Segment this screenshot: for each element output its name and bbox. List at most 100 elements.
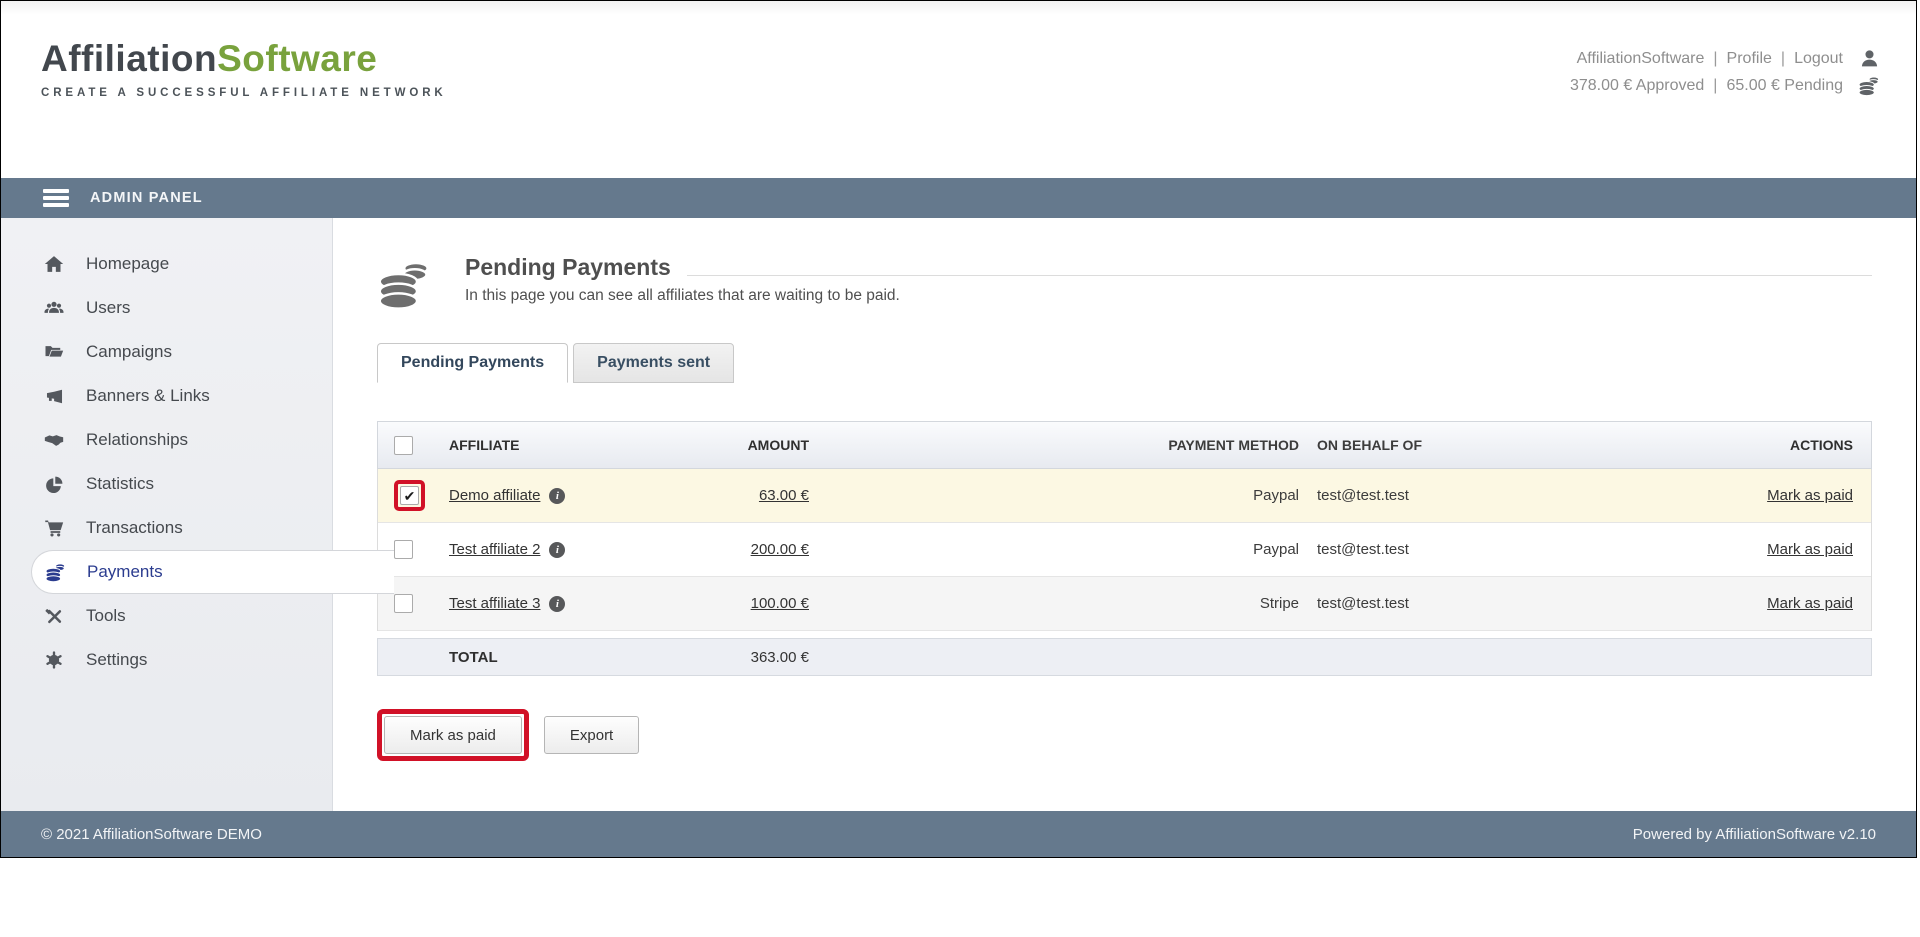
pie-chart-icon: [43, 474, 65, 494]
sidebar-item-banners-links[interactable]: Banners & Links: [1, 374, 332, 418]
annotation-button-highlight: Mark as paid: [377, 709, 529, 761]
sidebar-item-payments[interactable]: Payments: [31, 550, 394, 594]
annotation-checkbox-highlight: ✔: [394, 480, 425, 511]
payment-method-cell: Paypal: [809, 541, 1299, 558]
tab-pending-payments[interactable]: Pending Payments: [377, 343, 568, 383]
logout-link[interactable]: Logout: [1794, 50, 1843, 68]
sidebar-item-statistics[interactable]: Statistics: [1, 462, 332, 506]
sidebar-item-label: Settings: [86, 650, 147, 670]
amount-link[interactable]: 63.00 €: [759, 487, 809, 504]
actions-bar: Mark as paid Export: [377, 709, 1872, 761]
menu-toggle-icon[interactable]: [43, 189, 69, 207]
sidebar-item-label: Tools: [86, 606, 126, 626]
footer-bar: © 2021 AffiliationSoftware DEMO Powered …: [1, 811, 1916, 857]
account-menu: AffiliationSoftware | Profile | Logout 3…: [1570, 45, 1881, 99]
logo-part-2: Software: [217, 38, 377, 79]
balances-row: 378.00 € Approved | 65.00 € Pending: [1570, 72, 1881, 99]
coins-icon: [1857, 75, 1881, 97]
footer-powered-by: Powered by AffiliationSoftware v2.10: [1633, 826, 1876, 843]
payment-method-cell: Stripe: [809, 595, 1299, 612]
admin-panel-title: ADMIN PANEL: [90, 190, 203, 206]
on-behalf-of-cell: test@test.test: [1299, 541, 1719, 558]
handshake-icon: [43, 430, 65, 450]
sidebar-item-tools[interactable]: Tools: [1, 594, 332, 638]
on-behalf-of-cell: test@test.test: [1299, 595, 1719, 612]
export-button[interactable]: Export: [544, 716, 639, 754]
person-icon[interactable]: [1857, 48, 1881, 69]
footer-copyright: © 2021 AffiliationSoftware DEMO: [41, 826, 262, 843]
sidebar-item-transactions[interactable]: Transactions: [1, 506, 332, 550]
column-header-actions: ACTIONS: [1719, 437, 1871, 453]
gear-icon: [43, 650, 65, 670]
row-checkbox-checked[interactable]: ✔: [400, 486, 419, 505]
total-amount: 363.00 €: [649, 649, 809, 666]
affiliate-link[interactable]: Test affiliate 3: [449, 595, 540, 612]
sidebar-item-label: Relationships: [86, 430, 188, 450]
sidebar-item-label: Homepage: [86, 254, 169, 274]
table-row: Test affiliate 3 i 100.00 € Stripe test@…: [378, 577, 1871, 631]
affiliate-link[interactable]: Test affiliate 2: [449, 541, 540, 558]
total-label: TOTAL: [434, 649, 649, 666]
sidebar-item-users[interactable]: Users: [1, 286, 332, 330]
page-subtitle: In this page you can see all affiliates …: [465, 287, 1872, 305]
sidebar-item-label: Campaigns: [86, 342, 172, 362]
info-icon[interactable]: i: [549, 542, 565, 558]
column-header-on-behalf-of: ON BEHALF OF: [1299, 437, 1719, 453]
sidebar-item-settings[interactable]: Settings: [1, 638, 332, 682]
sidebar-item-label: Users: [86, 298, 130, 318]
separator: |: [1781, 50, 1785, 68]
page-title: Pending Payments: [465, 254, 671, 281]
account-links-row: AffiliationSoftware | Profile | Logout: [1570, 45, 1881, 72]
sidebar-item-relationships[interactable]: Relationships: [1, 418, 332, 462]
tools-icon: [43, 606, 65, 626]
approved-balance: 378.00 € Approved: [1570, 77, 1704, 95]
row-checkbox[interactable]: [394, 540, 413, 559]
megaphone-icon: [43, 386, 65, 406]
column-header-amount: AMOUNT: [649, 437, 809, 453]
sidebar-item-label: Banners & Links: [86, 386, 210, 406]
sidebar-item-homepage[interactable]: Homepage: [1, 242, 332, 286]
separator: |: [1713, 77, 1717, 95]
profile-link[interactable]: Profile: [1727, 50, 1772, 68]
top-header: AffiliationSoftware CREATE A SUCCESSFUL …: [1, 1, 1916, 178]
content-area: Pending Payments In this page you can se…: [333, 218, 1916, 811]
account-name-link[interactable]: AffiliationSoftware: [1577, 50, 1705, 68]
logo-tagline: CREATE A SUCCESSFUL AFFILIATE NETWORK: [41, 87, 447, 99]
mark-as-paid-button[interactable]: Mark as paid: [384, 716, 522, 754]
cart-icon: [43, 518, 65, 538]
mark-as-paid-link[interactable]: Mark as paid: [1767, 541, 1853, 558]
amount-link[interactable]: 100.00 €: [751, 595, 809, 612]
sidebar-item-label: Statistics: [86, 474, 154, 494]
app-window: AffiliationSoftware CREATE A SUCCESSFUL …: [0, 0, 1917, 858]
tab-bar: Pending Payments Payments sent: [377, 343, 1872, 383]
affiliate-link[interactable]: Demo affiliate: [449, 487, 540, 504]
coins-icon: [377, 256, 431, 316]
select-all-checkbox[interactable]: [394, 436, 413, 455]
logo-wordmark: AffiliationSoftware: [41, 39, 447, 80]
coins-icon: [44, 562, 66, 582]
on-behalf-of-cell: test@test.test: [1299, 487, 1719, 504]
payment-method-cell: Paypal: [809, 487, 1299, 504]
sidebar-item-label: Payments: [87, 562, 163, 582]
sidebar-nav: Homepage Users Campaigns Banners & Links…: [1, 218, 333, 811]
logo: AffiliationSoftware CREATE A SUCCESSFUL …: [41, 39, 447, 99]
amount-link[interactable]: 200.00 €: [751, 541, 809, 558]
mark-as-paid-link[interactable]: Mark as paid: [1767, 595, 1853, 612]
sidebar-item-label: Transactions: [86, 518, 183, 538]
sidebar-item-campaigns[interactable]: Campaigns: [1, 330, 332, 374]
title-divider: [687, 275, 1872, 276]
users-icon: [43, 298, 65, 318]
payments-table: AFFILIATE AMOUNT PAYMENT METHOD ON BEHAL…: [377, 421, 1872, 676]
page-header: Pending Payments In this page you can se…: [377, 254, 1872, 316]
info-icon[interactable]: i: [549, 596, 565, 612]
admin-bar: ADMIN PANEL: [1, 178, 1916, 218]
separator: |: [1713, 50, 1717, 68]
mark-as-paid-link[interactable]: Mark as paid: [1767, 487, 1853, 504]
home-icon: [43, 254, 65, 274]
tab-payments-sent[interactable]: Payments sent: [573, 343, 734, 383]
table-row: ✔ Demo affiliate i 63.00 € Paypal test@t…: [378, 469, 1871, 523]
column-header-payment-method: PAYMENT METHOD: [809, 437, 1299, 453]
column-header-affiliate: AFFILIATE: [434, 437, 649, 453]
row-checkbox[interactable]: [394, 594, 413, 613]
info-icon[interactable]: i: [549, 488, 565, 504]
